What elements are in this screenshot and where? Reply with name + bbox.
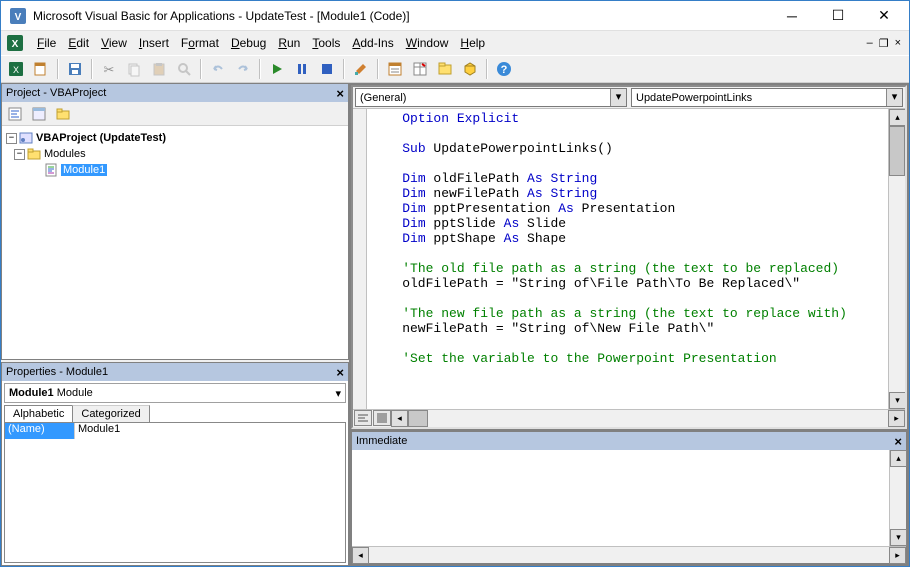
menu-run[interactable]: Run [272, 33, 306, 53]
scroll-up-icon[interactable]: ▴ [889, 109, 905, 126]
menu-debug[interactable]: Debug [225, 33, 272, 53]
code-editor[interactable]: Option Explicit Sub UpdatePowerpointLink… [367, 109, 888, 409]
immediate-close-icon[interactable]: × [894, 434, 902, 449]
menu-tools[interactable]: Tools [306, 33, 346, 53]
paste-icon[interactable] [148, 58, 170, 80]
redo-icon[interactable] [232, 58, 254, 80]
immediate-title: Immediate [356, 435, 894, 447]
properties-icon[interactable] [409, 58, 431, 80]
mdi-close[interactable]: × [895, 37, 901, 50]
scroll-thumb[interactable] [889, 126, 905, 176]
properties-panel-title: Properties - Module1 [6, 366, 336, 378]
project-tree[interactable]: − VBAProject (UpdateTest) − Modules Modu… [2, 126, 348, 359]
svg-text:V: V [15, 12, 22, 23]
project-icon [19, 131, 33, 145]
copy-icon[interactable] [123, 58, 145, 80]
view-object-icon[interactable] [28, 103, 50, 125]
help-icon[interactable]: ? [493, 58, 515, 80]
vertical-scrollbar[interactable]: ▴ ▾ [888, 109, 905, 409]
code-margin [353, 109, 367, 409]
properties-grid[interactable]: (Name) Module1 [4, 422, 346, 563]
menu-insert[interactable]: Insert [133, 33, 175, 53]
menu-view[interactable]: View [95, 33, 133, 53]
close-button[interactable]: ✕ [861, 2, 907, 30]
property-row[interactable]: (Name) Module1 [5, 423, 345, 439]
break-icon[interactable] [291, 58, 313, 80]
svg-text:X: X [13, 65, 19, 75]
tree-folder-modules[interactable]: − Modules [6, 146, 344, 162]
procedure-dropdown[interactable]: UpdatePowerpointLinks▾ [631, 88, 903, 107]
mdi-restore[interactable]: ❐ [879, 37, 889, 50]
view-code-icon[interactable] [4, 103, 26, 125]
scroll-left-icon[interactable]: ◂ [352, 547, 369, 564]
tree-module1[interactable]: Module1 [6, 162, 344, 178]
menu-help[interactable]: Help [454, 33, 491, 53]
properties-object-combo[interactable]: Module1 Module ▾ [4, 383, 346, 403]
tree-project-root[interactable]: − VBAProject (UpdateTest) [6, 130, 344, 146]
tab-alphabetic[interactable]: Alphabetic [4, 405, 73, 422]
properties-close-icon[interactable]: × [336, 365, 344, 380]
tab-categorized[interactable]: Categorized [72, 405, 149, 422]
collapse-icon[interactable]: − [6, 133, 17, 144]
toolbox-icon[interactable] [459, 58, 481, 80]
menu-addins[interactable]: Add-Ins [346, 33, 399, 53]
collapse-icon[interactable]: − [14, 149, 25, 160]
object-browser-icon[interactable] [434, 58, 456, 80]
app-icon: V [9, 7, 27, 25]
code-window: (General)▾ UpdatePowerpointLinks▾ Option… [351, 85, 907, 429]
run-icon[interactable] [266, 58, 288, 80]
full-module-view-icon[interactable] [373, 410, 391, 426]
chevron-down-icon: ▾ [335, 387, 341, 400]
toolbar: X ✂ ? [1, 55, 909, 83]
procedure-view-icon[interactable] [354, 410, 372, 426]
module-icon [44, 163, 58, 177]
horizontal-scrollbar[interactable]: ◂ ▸ [352, 546, 906, 563]
svg-text:?: ? [501, 64, 508, 76]
minimize-button[interactable]: ─ [769, 2, 815, 30]
project-close-icon[interactable]: × [336, 86, 344, 101]
project-explorer: Project - VBAProject × − VBAProject (Upd… [1, 83, 349, 360]
save-icon[interactable] [64, 58, 86, 80]
project-explorer-icon[interactable] [384, 58, 406, 80]
menu-format[interactable]: Format [175, 33, 225, 53]
scroll-left-icon[interactable]: ◂ [391, 410, 408, 427]
cut-icon[interactable]: ✂ [98, 58, 120, 80]
scroll-right-icon[interactable]: ▸ [889, 547, 906, 564]
maximize-button[interactable]: ☐ [815, 2, 861, 30]
toggle-folders-icon[interactable] [52, 103, 74, 125]
design-mode-icon[interactable] [350, 58, 372, 80]
property-value[interactable]: Module1 [75, 423, 345, 439]
property-name: (Name) [5, 423, 75, 439]
scroll-thumb[interactable] [408, 410, 428, 427]
immediate-input[interactable] [352, 450, 889, 546]
object-dropdown[interactable]: (General)▾ [355, 88, 627, 107]
svg-text:✂: ✂ [104, 62, 115, 77]
excel-icon[interactable]: X [7, 35, 23, 51]
folder-icon [27, 147, 41, 161]
window-title: Microsoft Visual Basic for Applications … [33, 9, 769, 23]
menubar: X File Edit View Insert Format Debug Run… [1, 31, 909, 55]
immediate-window: Immediate × ▴ ▾ ◂ ▸ [351, 431, 907, 564]
vertical-scrollbar[interactable]: ▴ ▾ [889, 450, 906, 546]
scroll-down-icon[interactable]: ▾ [889, 392, 905, 409]
insert-module-icon[interactable] [30, 58, 52, 80]
view-excel-icon[interactable]: X [5, 58, 27, 80]
scroll-up-icon[interactable]: ▴ [890, 450, 907, 467]
properties-window: Properties - Module1 × Module1 Module ▾ … [1, 362, 349, 566]
titlebar: V Microsoft Visual Basic for Application… [1, 1, 909, 31]
menu-window[interactable]: Window [400, 33, 455, 53]
menu-file[interactable]: File [31, 33, 62, 53]
reset-icon[interactable] [316, 58, 338, 80]
horizontal-scrollbar[interactable]: ◂ ▸ [391, 410, 905, 427]
find-icon[interactable] [173, 58, 195, 80]
menu-edit[interactable]: Edit [62, 33, 95, 53]
chevron-down-icon: ▾ [610, 89, 626, 106]
mdi-minimize[interactable]: – [867, 37, 873, 50]
project-panel-title: Project - VBAProject [6, 87, 336, 99]
scroll-down-icon[interactable]: ▾ [890, 529, 907, 546]
chevron-down-icon: ▾ [886, 89, 902, 106]
scroll-right-icon[interactable]: ▸ [888, 410, 905, 427]
svg-text:X: X [12, 39, 19, 50]
undo-icon[interactable] [207, 58, 229, 80]
